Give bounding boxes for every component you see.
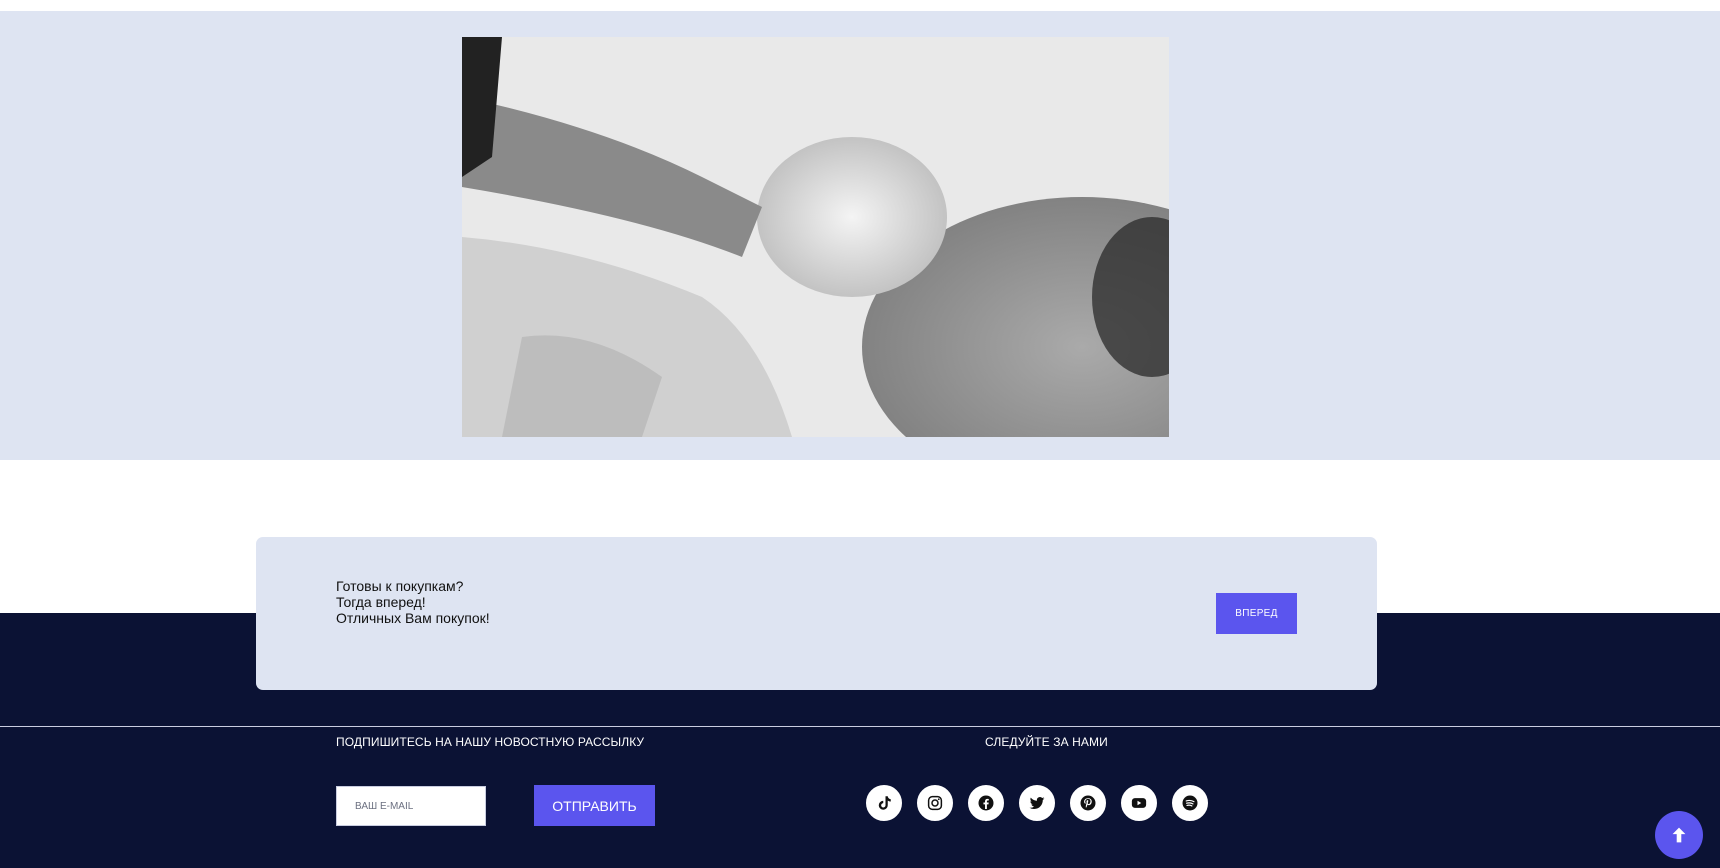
- cta-line: Готовы к покупкам?: [336, 578, 464, 594]
- footer-divider: [0, 726, 1720, 727]
- social-links: [866, 785, 1208, 821]
- cta-card: Готовы к покупкам? Тогда вперед! Отличны…: [256, 537, 1377, 690]
- twitter-icon[interactable]: [1019, 785, 1055, 821]
- hero-photo-illustration: [462, 37, 1169, 437]
- cta-line: Отличных Вам покупок!: [336, 610, 490, 626]
- scroll-to-top-button[interactable]: [1655, 811, 1703, 859]
- facebook-icon[interactable]: [968, 785, 1004, 821]
- spotify-icon[interactable]: [1172, 785, 1208, 821]
- follow-title: СЛЕДУЙТЕ ЗА НАМИ: [985, 735, 1108, 749]
- cta-text: Готовы к покупкам? Тогда вперед! Отличны…: [336, 578, 490, 626]
- tiktok-icon[interactable]: [866, 785, 902, 821]
- submit-button[interactable]: ОТПРАВИТЬ: [534, 785, 655, 826]
- arrow-up-icon: [1672, 827, 1686, 843]
- hero-photo: [462, 37, 1169, 437]
- pinterest-icon[interactable]: [1070, 785, 1106, 821]
- youtube-icon[interactable]: [1121, 785, 1157, 821]
- newsletter-title: ПОДПИШИТЕСЬ НА НАШУ НОВОСТНУЮ РАССЫЛКУ: [336, 735, 645, 749]
- email-input[interactable]: [336, 786, 486, 826]
- cta-line: Тогда вперед!: [336, 594, 426, 610]
- forward-button[interactable]: ВПЕРЕД: [1216, 593, 1297, 634]
- instagram-icon[interactable]: [917, 785, 953, 821]
